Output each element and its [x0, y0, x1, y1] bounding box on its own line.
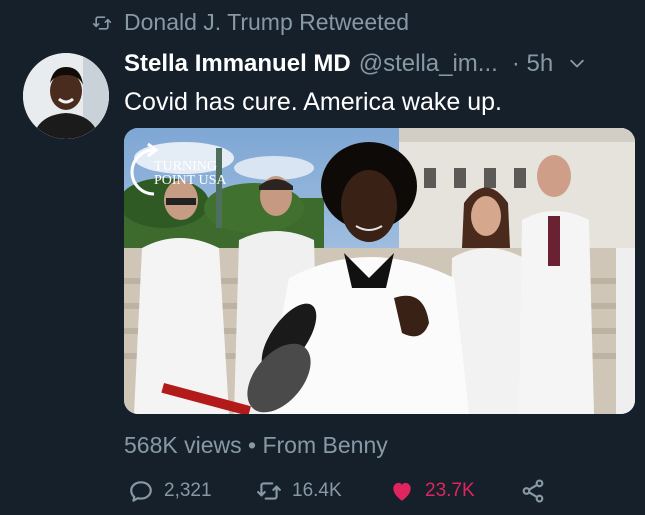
- chevron-down-icon[interactable]: [567, 54, 587, 74]
- author-display-name[interactable]: Stella Immanuel MD: [124, 50, 351, 78]
- like-button[interactable]: 23.7K: [389, 478, 475, 504]
- watermark-line2: POINT USA: [154, 173, 227, 188]
- retweet-button[interactable]: 16.4K: [256, 478, 342, 504]
- reply-count: 2,321: [164, 480, 212, 501]
- tweet-actions: 2,321 16.4K 23.7K: [124, 478, 645, 508]
- retweet-icon: [92, 15, 112, 30]
- retweet-count: 16.4K: [292, 480, 342, 501]
- retweet-indicator[interactable]: Donald J. Trump Retweeted: [92, 9, 409, 36]
- tweet-text: Covid has cure. America wake up.: [124, 88, 502, 116]
- reply-icon: [130, 481, 152, 502]
- share-icon: [522, 479, 544, 503]
- retweet-text: Donald J. Trump Retweeted: [124, 9, 410, 35]
- heart-icon: [393, 482, 411, 501]
- watermark-line1: TURNING: [154, 159, 217, 174]
- tweet-timestamp[interactable]: · 5h: [512, 50, 553, 78]
- view-count: 568K views: [124, 432, 242, 458]
- like-count: 23.7K: [425, 480, 475, 501]
- share-button[interactable]: [520, 478, 546, 504]
- meta-separator: •: [248, 432, 257, 458]
- retweet-icon: [257, 482, 281, 500]
- video-meta: 568K views • From Benny: [124, 432, 388, 459]
- reply-button[interactable]: 2,321: [128, 478, 212, 504]
- tweet-video[interactable]: TURNING POINT USA: [124, 128, 635, 414]
- tweet-header: Stella Immanuel MD @stella_im... · 5h: [124, 50, 631, 78]
- author-handle[interactable]: @stella_im...: [359, 50, 498, 78]
- video-source[interactable]: From Benny: [262, 432, 387, 458]
- avatar[interactable]: [23, 53, 109, 139]
